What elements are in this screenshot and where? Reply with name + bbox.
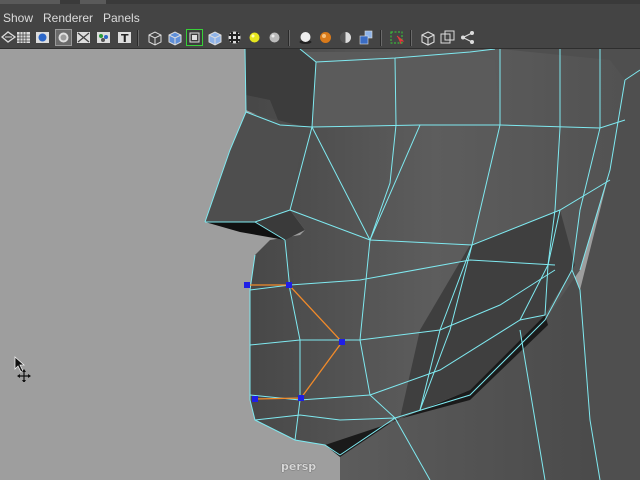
menu-show[interactable]: Show bbox=[3, 10, 33, 26]
xray-icon[interactable] bbox=[75, 29, 92, 46]
light-gray-icon[interactable] bbox=[266, 29, 283, 46]
share-icon[interactable] bbox=[459, 29, 476, 46]
svg-text:T: T bbox=[121, 32, 129, 45]
selected-cube-highlight-icon[interactable] bbox=[186, 29, 203, 46]
checker-texture-icon[interactable] bbox=[226, 29, 243, 46]
vertex-handle bbox=[339, 339, 345, 345]
vertex-handle bbox=[244, 282, 250, 288]
shaded-sphere-icon[interactable] bbox=[34, 29, 51, 46]
vertex-handle bbox=[286, 282, 292, 288]
panel-toolbar: T bbox=[0, 28, 640, 49]
move-cursor-icon bbox=[14, 356, 34, 387]
two-panes-icon[interactable] bbox=[439, 29, 456, 46]
toolbar-divider bbox=[288, 30, 290, 46]
head-mesh[interactable] bbox=[0, 49, 640, 480]
shadow-sphere-icon[interactable] bbox=[297, 29, 314, 46]
toolbar-divider bbox=[137, 30, 139, 46]
textured-cube-icon[interactable] bbox=[206, 29, 223, 46]
toolbar-divider bbox=[410, 30, 412, 46]
menu-renderer[interactable]: Renderer bbox=[43, 10, 93, 26]
orange-sphere-icon[interactable] bbox=[317, 29, 334, 46]
vertex-handle bbox=[298, 395, 304, 401]
light-yellow-icon[interactable] bbox=[246, 29, 263, 46]
half-sphere-icon[interactable] bbox=[337, 29, 354, 46]
persp-viewport[interactable]: persp bbox=[0, 49, 640, 480]
camera-cube-icon[interactable] bbox=[419, 29, 436, 46]
menubar-top-strip bbox=[0, 0, 640, 4]
panel-menubar: Show Renderer Panels bbox=[0, 0, 640, 28]
select-highlight-icon[interactable] bbox=[389, 29, 406, 46]
smooth-shaded-cube-icon[interactable] bbox=[166, 29, 183, 46]
wireframe-cube-icon[interactable] bbox=[146, 29, 163, 46]
text-texture-icon[interactable]: T bbox=[116, 29, 133, 46]
grid-icon[interactable] bbox=[15, 29, 32, 46]
smooth-shade-icon[interactable] bbox=[55, 29, 72, 46]
toolbar-divider bbox=[380, 30, 382, 46]
vertex-handle bbox=[252, 396, 258, 402]
blue-cubes-icon[interactable] bbox=[357, 29, 374, 46]
camera-label: persp bbox=[281, 460, 317, 473]
isolate-select-icon[interactable] bbox=[95, 29, 112, 46]
menu-panels[interactable]: Panels bbox=[103, 10, 140, 26]
